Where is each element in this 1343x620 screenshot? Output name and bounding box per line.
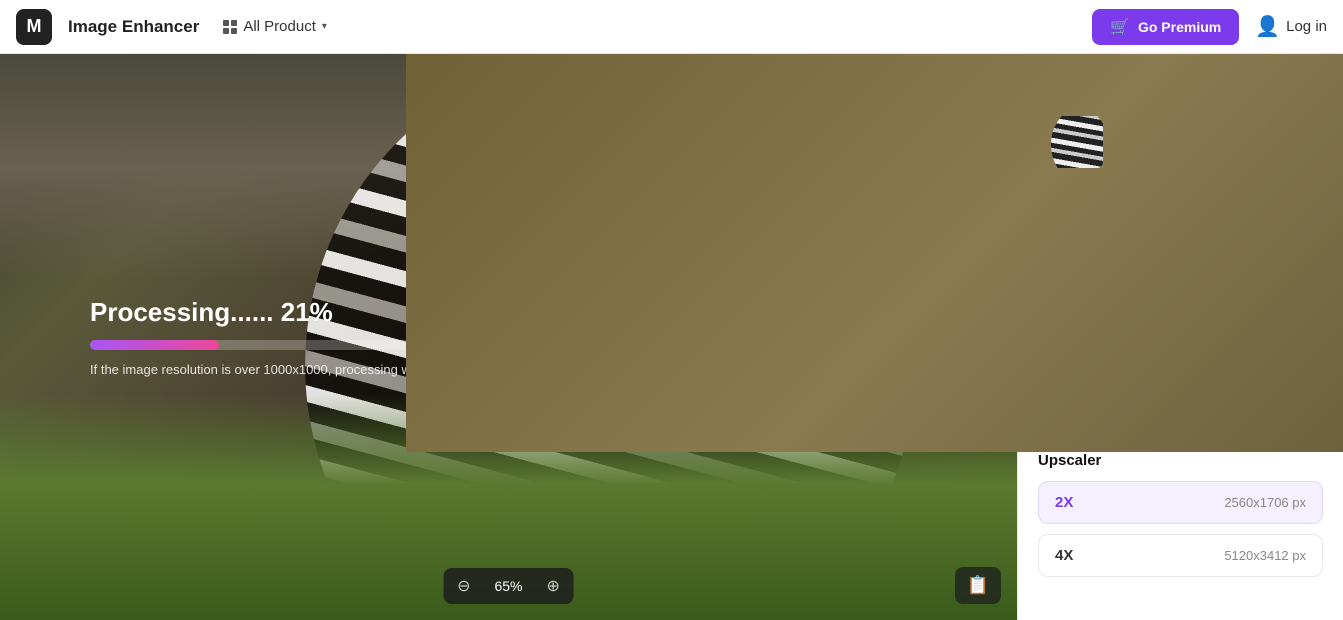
- main-layout: Processing...... 21% If the image resolu…: [0, 54, 1343, 620]
- all-product-button[interactable]: All Product ▾: [215, 14, 335, 39]
- header: M Image Enhancer All Product ▾ 🛒 Go Prem…: [0, 0, 1343, 54]
- zoom-out-button[interactable]: ⊖: [443, 568, 484, 604]
- login-label: Log in: [1286, 18, 1327, 35]
- logo: M: [16, 9, 52, 45]
- all-product-label: All Product: [243, 18, 316, 35]
- grid-icon: [223, 20, 237, 34]
- go-premium-button[interactable]: 🛒 Go Premium: [1092, 9, 1239, 45]
- zoom-value: 65%: [484, 572, 532, 600]
- notes-icon: 📋: [967, 575, 989, 595]
- zoom-controls: ⊖ 65% ⊕: [443, 568, 574, 604]
- upscaler-2x-label: 2X: [1055, 494, 1073, 511]
- user-icon: 👤: [1255, 14, 1280, 39]
- upload-new-section: Upload New Image 1280 * 853px ⟳: [1018, 54, 1343, 199]
- upscaler-4x-dims: 5120x3412 px: [1224, 548, 1306, 563]
- app-title: Image Enhancer: [68, 17, 199, 37]
- upscaler-section: Upscaler 2X 2560x1706 px 4X 5120x3412 px: [1018, 448, 1343, 607]
- upscaler-option-2x[interactable]: 2X 2560x1706 px: [1038, 481, 1323, 524]
- thumb-stripes: [1051, 116, 1103, 168]
- upscaler-section-title: Upscaler: [1038, 452, 1323, 469]
- upscaler-option-4x[interactable]: 4X 5120x3412 px: [1038, 534, 1323, 577]
- progress-bar-fill: [90, 340, 219, 350]
- upscaler-4x-label: 4X: [1055, 547, 1073, 564]
- image-thumbnail: [1051, 116, 1103, 168]
- cart-icon: 🛒: [1110, 17, 1130, 37]
- image-row: Image 1280 * 853px ⟳: [1038, 105, 1323, 179]
- logo-text: M: [27, 16, 42, 37]
- login-button[interactable]: 👤 Log in: [1255, 14, 1327, 39]
- sidebar: Upload New Image 1280 * 853px ⟳ Canvas S…: [1017, 54, 1343, 620]
- go-premium-label: Go Premium: [1138, 19, 1221, 35]
- upscaler-2x-dims: 2560x1706 px: [1224, 495, 1306, 510]
- notes-button[interactable]: 📋: [955, 567, 1001, 604]
- zoom-in-button[interactable]: ⊕: [533, 568, 574, 604]
- chevron-down-icon: ▾: [322, 21, 327, 32]
